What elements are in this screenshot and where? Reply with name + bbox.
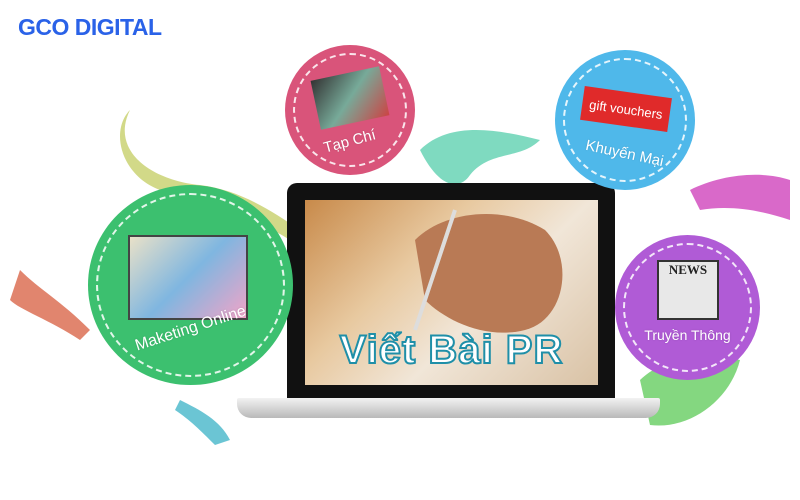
gift-voucher-icon: gift vouchers <box>580 86 672 132</box>
bubble-truyen-thong: NEWS Truyền Thông <box>615 235 760 380</box>
bubble-label: Truyền Thông <box>644 327 731 343</box>
bubble-khuyen-mai: gift vouchers Khuyến Mại <box>555 50 695 190</box>
newspaper-icon: NEWS <box>657 260 719 320</box>
bubble-label: Khuyến Mại <box>584 136 666 171</box>
news-text: NEWS <box>668 262 708 277</box>
bubble-tap-chi: Tạp Chí <box>285 45 415 175</box>
magazines-icon <box>310 66 390 130</box>
bubble-label: Tạp Chí <box>322 126 378 157</box>
websites-icon <box>128 235 248 320</box>
bubble-label: Maketing Online <box>132 302 248 355</box>
headline: Viết Bài PR <box>339 327 564 373</box>
bubble-marketing-online: Maketing Online <box>88 185 293 385</box>
voucher-text: gift vouchers <box>588 96 664 122</box>
laptop-base <box>237 398 660 418</box>
